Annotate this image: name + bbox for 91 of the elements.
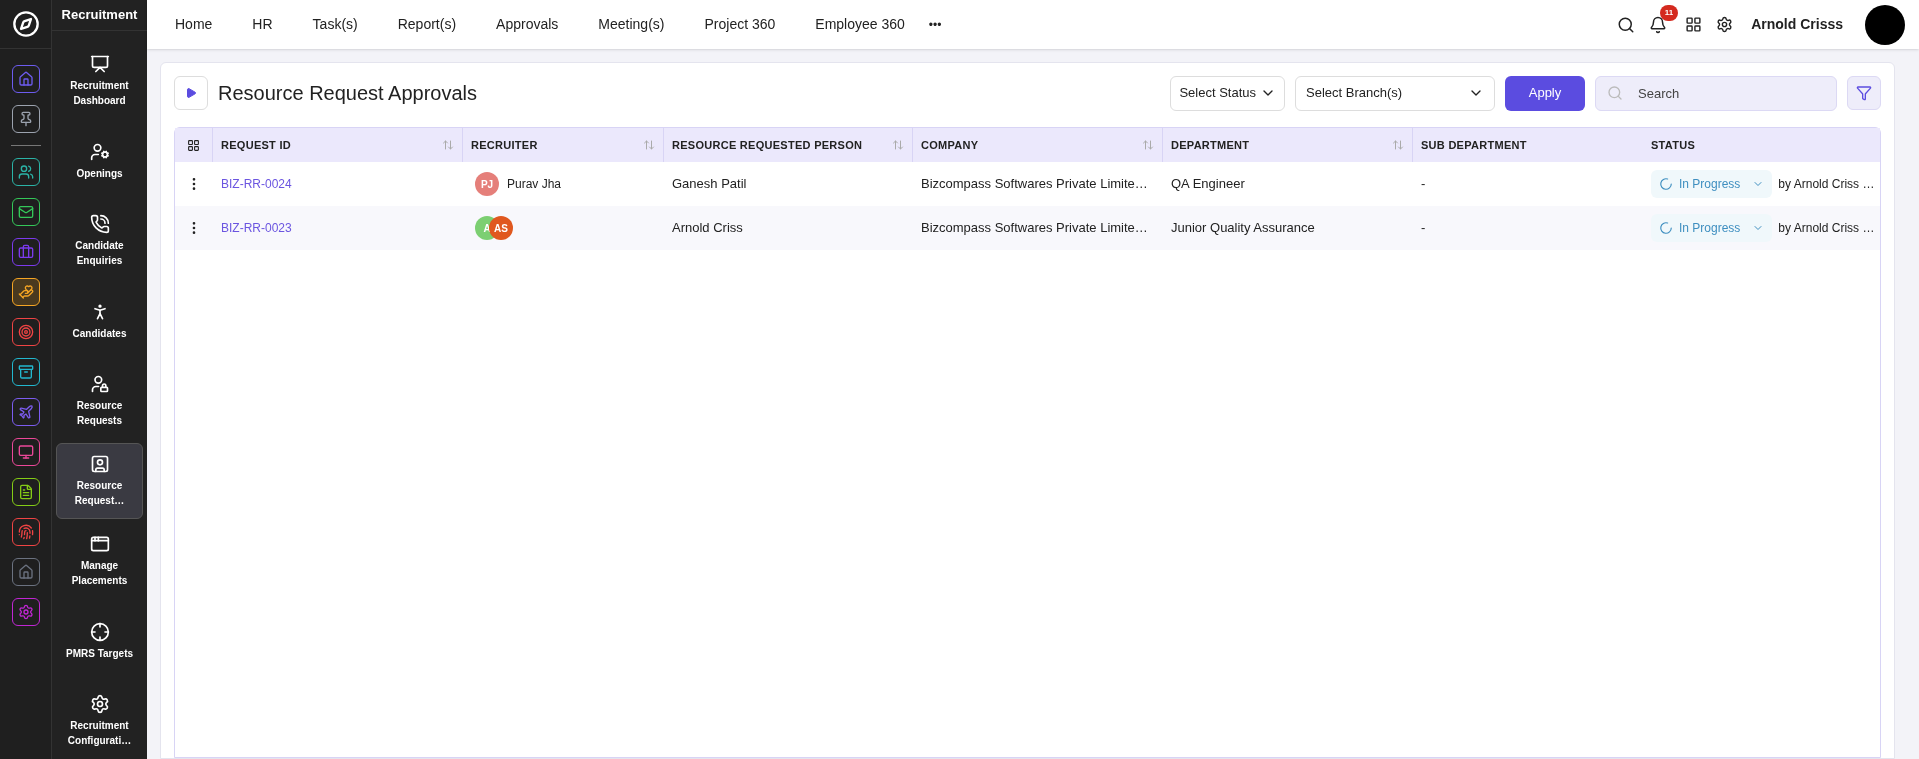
module-button[interactable] <box>11 518 40 546</box>
browser-window-icon <box>89 534 110 554</box>
module-button[interactable] <box>11 318 40 346</box>
archive-icon <box>17 364 34 380</box>
plane-icon <box>17 404 34 420</box>
table-cell-text: Bizcompass Softwares Private Limite… <box>920 175 1149 194</box>
nav-link[interactable]: Task(s) <box>312 14 358 35</box>
recruiter-name: Purav Jha <box>507 176 562 193</box>
home-icon <box>17 71 34 87</box>
apps-icon[interactable] <box>1685 16 1703 33</box>
user-gear-icon <box>89 141 110 162</box>
gear-icon <box>17 604 34 620</box>
module-title: Recruitment <box>61 6 138 25</box>
request-link[interactable]: BIZ-RR-0023 <box>221 219 292 237</box>
nav-link[interactable]: Employee 360 <box>815 14 905 35</box>
table-cell-text: Ganesh Patil <box>671 175 748 194</box>
filter-button[interactable] <box>1847 76 1881 110</box>
gear-icon <box>89 694 110 714</box>
table-cell-text: Junior Quality Assurance <box>1170 219 1316 238</box>
mail-icon <box>17 204 34 220</box>
module-button[interactable] <box>11 438 40 466</box>
table-cell-text: Arnold Criss <box>671 219 744 238</box>
columns-icon[interactable] <box>187 138 200 152</box>
sidebar-item[interactable]: Recruitment Configurati… <box>56 683 143 759</box>
branch-select[interactable]: Select Branch(s) <box>1295 75 1495 111</box>
house-icon <box>17 564 34 580</box>
table-cell-text: QA Engineer <box>1170 175 1246 194</box>
crosshair-icon <box>89 621 110 642</box>
phone-icon <box>89 214 110 234</box>
sidebar-item[interactable]: Candidate Enquiries <box>56 203 143 279</box>
module-button[interactable] <box>11 198 40 226</box>
more-button[interactable]: ••• <box>928 15 942 34</box>
approved-by: by Arnold Criss … <box>1778 176 1875 193</box>
nav-link[interactable]: Meeting(s) <box>598 14 665 35</box>
settings-icon[interactable] <box>1716 16 1734 33</box>
nav-link[interactable]: Project 360 <box>704 14 776 35</box>
user-name[interactable]: Arnold Crisss <box>1751 14 1843 35</box>
expand-button[interactable] <box>174 76 208 110</box>
sidebar-item[interactable]: Openings <box>56 123 143 199</box>
presentation-icon <box>89 54 110 74</box>
module-button[interactable] <box>11 105 40 133</box>
sidebar-item[interactable]: PMRS Targets <box>56 603 143 679</box>
avatar[interactable] <box>1865 4 1905 45</box>
module-button[interactable] <box>11 158 40 186</box>
notification-badge: 11 <box>1659 4 1679 21</box>
module-button[interactable] <box>11 278 40 306</box>
target-icon <box>17 324 34 340</box>
module-button[interactable] <box>11 598 40 626</box>
briefcase-icon <box>17 244 34 260</box>
nav-link[interactable]: Home <box>175 14 213 35</box>
sidebar-item[interactable]: Candidates <box>56 283 143 359</box>
nav-link[interactable]: HR <box>252 14 273 35</box>
module-button[interactable] <box>11 478 40 506</box>
document-icon <box>17 484 34 500</box>
fingerprint-icon <box>17 524 34 540</box>
recruiter-avatar: PJ <box>475 172 499 196</box>
people-icon <box>17 164 34 180</box>
apply-button[interactable]: Apply <box>1505 75 1585 111</box>
filter-icon <box>1856 85 1872 101</box>
table-cell-text: Bizcompass Softwares Private Limite… <box>920 219 1149 238</box>
column-header[interactable]: SUB DEPARTMENT <box>1413 128 1643 162</box>
search-icon[interactable] <box>1617 15 1636 34</box>
search-icon <box>1607 84 1623 101</box>
sidebar-item[interactable]: Recruitment Dashboard <box>56 43 143 119</box>
request-link[interactable]: BIZ-RR-0024 <box>221 175 292 193</box>
search-field[interactable]: Search <box>1595 75 1837 111</box>
page-title: Resource Request Approvals <box>218 81 478 106</box>
column-header[interactable]: STATUS <box>1643 128 1880 162</box>
status-select[interactable]: Select Status <box>1170 75 1285 111</box>
table-cell-text: - <box>1420 175 1427 194</box>
monitor-icon <box>17 444 34 460</box>
progress-icon <box>1659 221 1673 235</box>
approved-by: by Arnold Criss … <box>1778 220 1875 237</box>
nav-link[interactable]: Approvals <box>496 14 559 35</box>
recruiter-avatar: AS <box>489 216 513 240</box>
user-card-icon <box>89 454 110 474</box>
bell-icon[interactable] <box>1649 15 1668 34</box>
module-button[interactable] <box>11 558 40 586</box>
table-cell-text: - <box>1420 219 1427 238</box>
module-button[interactable] <box>11 358 40 386</box>
module-button[interactable] <box>11 398 40 426</box>
sidebar-item[interactable]: Manage Placements <box>56 523 143 599</box>
sidebar-item[interactable]: Resource Requests <box>56 363 143 439</box>
progress-icon <box>1659 177 1673 191</box>
nav-link[interactable]: Report(s) <box>397 14 457 35</box>
logo-icon <box>11 10 40 38</box>
hands-icon <box>17 284 34 300</box>
sidebar-item[interactable]: Resource Request… <box>56 443 143 519</box>
user-lock-icon <box>89 374 110 394</box>
module-button[interactable] <box>11 65 40 93</box>
play-icon <box>185 87 197 99</box>
